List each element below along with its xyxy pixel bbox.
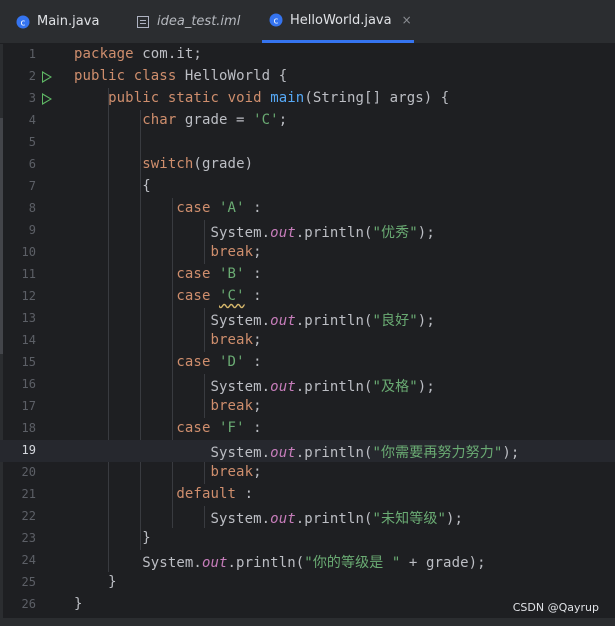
code-line[interactable]: 2 public class HelloWorld { <box>0 66 615 88</box>
bottom-bar <box>0 618 615 626</box>
tab-main-java[interactable]: c Main.java <box>16 0 126 43</box>
code-line[interactable]: 20 break; <box>0 462 615 484</box>
code-line[interactable]: 5 <box>0 132 615 154</box>
code-text: System.out.println("你需要再努力努力"); <box>74 445 520 461</box>
code-text: case 'D' : <box>176 354 262 370</box>
line-number: 4 <box>28 113 36 127</box>
line-number: 10 <box>21 245 36 259</box>
line-number: 21 <box>21 487 36 501</box>
tab-label: idea_test.iml <box>157 14 241 29</box>
run-gutter-icon[interactable] <box>42 71 52 83</box>
run-gutter-icon[interactable] <box>42 93 52 105</box>
code-text: default : <box>176 486 254 502</box>
line-number: 1 <box>28 47 36 61</box>
svg-text:c: c <box>21 18 26 28</box>
code-line[interactable]: 14 break; <box>0 330 615 352</box>
tab-helloworld-java[interactable]: c HelloWorld.java × <box>262 0 414 43</box>
editor-tab-bar: c Main.java idea_test.iml c HelloWorld.j… <box>0 0 615 44</box>
code-text: break; <box>210 244 262 260</box>
code-text: } <box>74 574 117 590</box>
code-line[interactable]: 17 break; <box>0 396 615 418</box>
tab-idea-test-iml[interactable]: idea_test.iml <box>136 0 256 43</box>
code-text: case 'B' : <box>176 266 262 282</box>
code-text: System.out.println("良好"); <box>74 313 435 329</box>
code-line[interactable]: 18 case 'F' : <box>0 418 615 440</box>
line-number: 19 <box>21 443 36 457</box>
code-line[interactable]: 11 case 'B' : <box>0 264 615 286</box>
code-text: } <box>74 530 151 546</box>
close-icon[interactable]: × <box>402 13 412 27</box>
code-line[interactable]: 4 char grade = 'C'; <box>0 110 615 132</box>
java-class-icon: c <box>269 13 283 27</box>
line-number: 20 <box>21 465 36 479</box>
module-file-icon <box>136 15 150 29</box>
code-text: break; <box>210 398 262 414</box>
code-line[interactable]: 22 System.out.println("未知等级"); <box>0 506 615 528</box>
code-text: break; <box>210 332 262 348</box>
line-number: 22 <box>21 509 36 523</box>
code-line[interactable]: 6 switch(grade) <box>0 154 615 176</box>
code-line[interactable]: 19 System.out.println("你需要再努力努力"); <box>0 440 615 462</box>
line-number: 7 <box>28 179 36 193</box>
code-text: System.out.println("优秀"); <box>74 225 435 241</box>
code-line[interactable]: 7 { <box>0 176 615 198</box>
code-text: switch(grade) <box>142 156 254 172</box>
code-text: public static void main(String[] args) { <box>108 90 450 106</box>
code-text: case 'F' : <box>176 420 262 436</box>
code-editor[interactable]: 1 package com.it; 2 public class HelloWorld… <box>0 44 615 626</box>
line-number: 8 <box>28 201 36 215</box>
line-number: 12 <box>21 289 36 303</box>
java-class-icon: c <box>16 15 30 29</box>
code-text: } <box>74 596 83 612</box>
code-line[interactable]: 13 System.out.println("良好"); <box>0 308 615 330</box>
line-number: 11 <box>21 267 36 281</box>
code-line[interactable]: 23 } <box>0 528 615 550</box>
code-line[interactable]: 10 break; <box>0 242 615 264</box>
line-number: 5 <box>28 135 36 149</box>
code-line[interactable]: 1 package com.it; <box>0 44 615 66</box>
code-text: case 'A' : <box>176 200 262 216</box>
line-number: 2 <box>28 69 36 83</box>
line-number: 15 <box>21 355 36 369</box>
code-line[interactable]: 12 case 'C' : <box>0 286 615 308</box>
line-number: 24 <box>21 553 36 567</box>
watermark: CSDN @Qayrup <box>512 601 599 614</box>
code-text: System.out.println("及格"); <box>74 379 435 395</box>
code-line[interactable]: 21 default : <box>0 484 615 506</box>
svg-text:c: c <box>274 17 279 27</box>
tab-label: Main.java <box>37 14 100 29</box>
line-number: 16 <box>21 377 36 391</box>
line-number: 23 <box>21 531 36 545</box>
line-number: 6 <box>28 157 36 171</box>
code-text: package com.it; <box>74 46 202 62</box>
code-text: char grade = 'C'; <box>142 112 288 128</box>
code-line[interactable]: 8 case 'A' : <box>0 198 615 220</box>
code-line[interactable]: 25 } <box>0 572 615 594</box>
line-number: 17 <box>21 399 36 413</box>
code-text: break; <box>210 464 262 480</box>
code-text: { <box>74 178 151 194</box>
line-number: 18 <box>21 421 36 435</box>
code-line[interactable]: 16 System.out.println("及格"); <box>0 374 615 396</box>
line-number: 14 <box>21 333 36 347</box>
code-line[interactable]: 9 System.out.println("优秀"); <box>0 220 615 242</box>
code-text: public class HelloWorld { <box>74 68 288 84</box>
line-number: 3 <box>28 91 36 105</box>
line-number: 26 <box>21 597 36 611</box>
code-text: case 'C' : <box>176 288 262 304</box>
code-line[interactable]: 3 public static void main(String[] args)… <box>0 88 615 110</box>
code-text: System.out.println("未知等级"); <box>74 511 464 527</box>
code-line[interactable]: 24 System.out.println("你的等级是 " + grade); <box>0 550 615 572</box>
code-text: System.out.println("你的等级是 " + grade); <box>74 555 486 571</box>
line-number: 13 <box>21 311 36 325</box>
line-number: 25 <box>21 575 36 589</box>
tab-label: HelloWorld.java <box>290 12 392 28</box>
code-line[interactable]: 15 case 'D' : <box>0 352 615 374</box>
line-number: 9 <box>28 223 36 237</box>
